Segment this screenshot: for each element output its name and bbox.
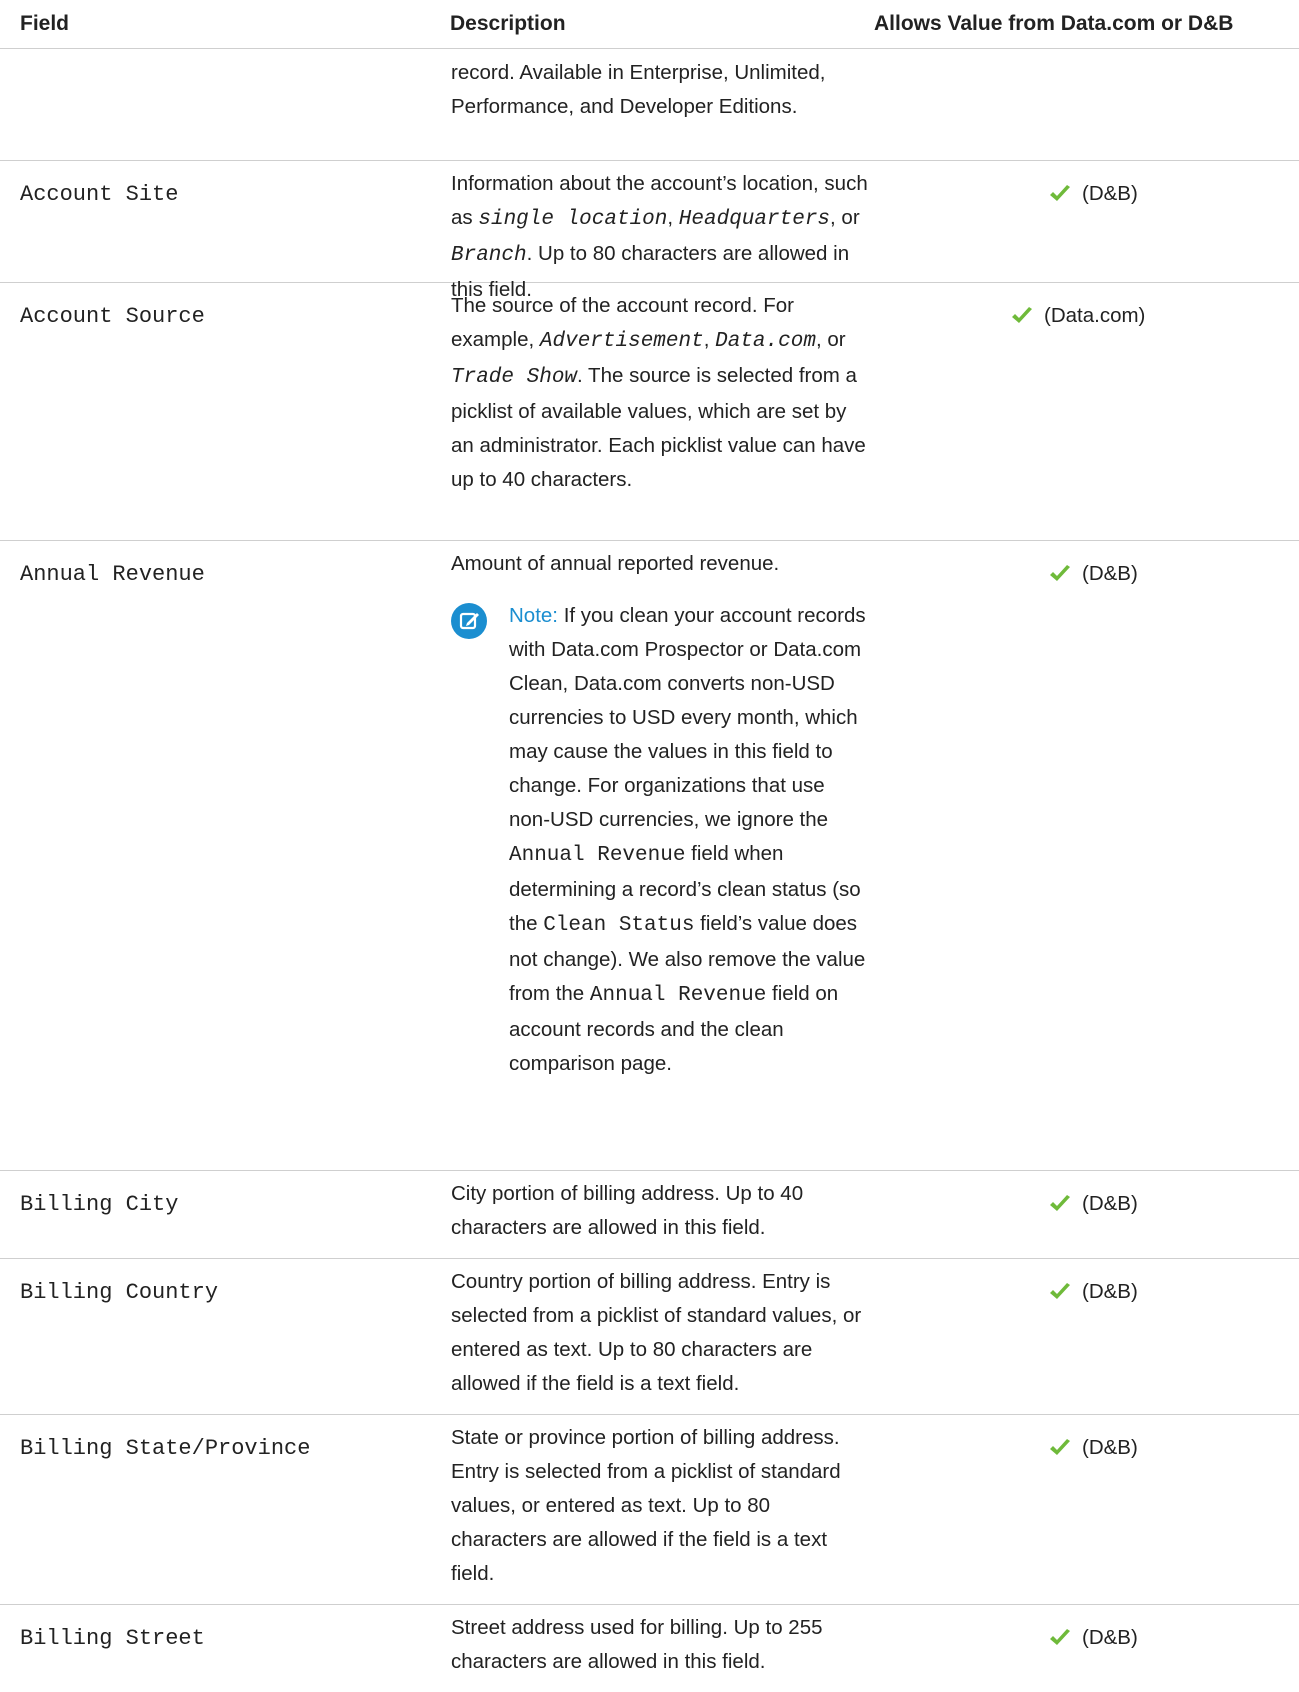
code-value: Data.com xyxy=(715,330,816,353)
table-row: Billing City City portion of billing add… xyxy=(0,1170,1299,1259)
description-cell: Amount of annual reported revenue. Note:… xyxy=(451,547,871,1081)
code-value: Branch xyxy=(451,244,527,267)
allows-cell: (D&B) xyxy=(1048,1192,1138,1216)
allows-cell: (D&B) xyxy=(1048,1436,1138,1460)
checkmark-icon xyxy=(1012,307,1032,323)
description-cell: record. Available in Enterprise, Unlimit… xyxy=(451,61,826,118)
checkmark-icon xyxy=(1050,565,1070,581)
table-row: Account Site Information about the accou… xyxy=(0,160,1299,301)
field-name: Billing Country xyxy=(20,1280,219,1305)
note-label: Note: xyxy=(509,604,558,627)
table-row: Account Source The source of the account… xyxy=(0,282,1299,541)
code-value: Advertisement xyxy=(539,330,704,353)
code-value: Clean Status xyxy=(543,914,695,937)
table-row: record. Available in Enterprise, Unlimit… xyxy=(0,48,1299,161)
allows-cell: (D&B) xyxy=(1048,1280,1138,1304)
field-name: Account Source xyxy=(20,304,205,329)
note-box: Note: If you clean your account records … xyxy=(451,599,871,1081)
field-name: Annual Revenue xyxy=(20,562,205,587)
field-name: Billing City xyxy=(20,1192,179,1217)
table-row: Billing Country Country portion of billi… xyxy=(0,1258,1299,1415)
code-value: Annual Revenue xyxy=(589,984,767,1007)
allows-cell: (D&B) xyxy=(1048,1626,1138,1650)
checkmark-icon xyxy=(1050,1283,1070,1299)
code-value: Headquarters xyxy=(678,208,831,231)
checkmark-icon xyxy=(1050,1195,1070,1211)
allows-cell: (D&B) xyxy=(1048,182,1138,206)
note-edit-icon xyxy=(451,603,487,639)
code-value: single location xyxy=(478,208,668,231)
allows-cell: (Data.com) xyxy=(1010,304,1145,328)
table-row: Billing Street Street address used for b… xyxy=(0,1604,1299,1692)
checkmark-icon xyxy=(1050,1439,1070,1455)
description-cell: City portion of billing address. Up to 4… xyxy=(451,1182,804,1239)
allows-cell: (D&B) xyxy=(1048,562,1138,586)
description-cell: Country portion of billing address. Entr… xyxy=(451,1270,862,1395)
checkmark-icon xyxy=(1050,1629,1070,1645)
checkmark-icon xyxy=(1050,185,1070,201)
code-value: Trade Show xyxy=(451,366,578,389)
column-header-field: Field xyxy=(20,12,70,35)
table-header: Field Description Allows Value from Data… xyxy=(0,0,1299,49)
field-name: Billing State/Province xyxy=(20,1436,311,1461)
table-row: Annual Revenue Amount of annual reported… xyxy=(0,540,1299,1171)
column-header-description: Description xyxy=(450,12,566,35)
table-row: Billing State/Province State or province… xyxy=(0,1414,1299,1605)
column-header-allows: Allows Value from Data.com or D&B xyxy=(874,12,1234,35)
description-cell: State or province portion of billing add… xyxy=(451,1426,841,1585)
field-name: Billing Street xyxy=(20,1626,205,1651)
description-cell: Street address used for billing. Up to 2… xyxy=(451,1616,823,1673)
code-value: Annual Revenue xyxy=(509,844,686,867)
field-name: Account Site xyxy=(20,182,179,207)
description-cell: The source of the account record. For ex… xyxy=(451,294,866,491)
